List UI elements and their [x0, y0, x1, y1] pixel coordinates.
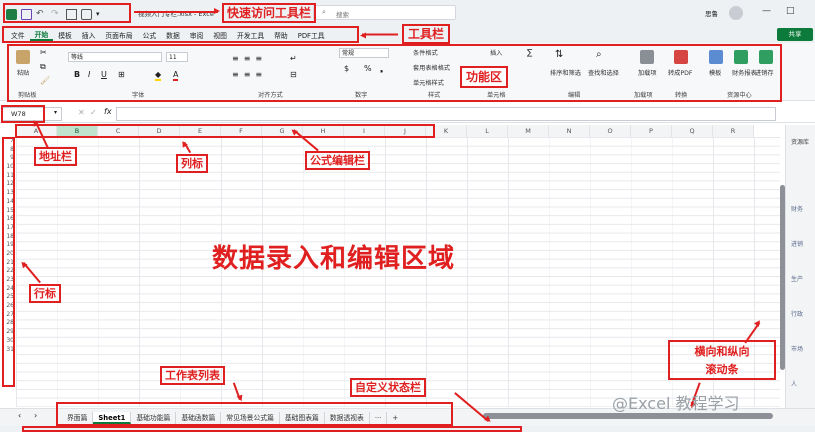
annotation-label-row-header: 行标 [29, 284, 61, 303]
watermark: @Excel 教程学习 [612, 394, 740, 413]
fx-icon[interactable]: fx [104, 107, 112, 116]
minimize-button[interactable]: — [762, 6, 771, 16]
annotation-label-toolbar: 工具栏 [402, 24, 451, 44]
annotation-box-toolbar [2, 26, 359, 43]
excel-window: ↶ ↷ ▾ 视频入门专栏.xlsx - Exce ⌕ 搜索 思鲁 — □ 文件 … [0, 0, 815, 432]
annotation-box-row-header [2, 137, 15, 387]
search-placeholder: 搜索 [336, 11, 349, 19]
column-header-q[interactable]: Q [672, 125, 713, 137]
window-title: 视频入门专栏.xlsx - Exce [138, 10, 214, 18]
annotation-label-status-bar: 自定义状态栏 [350, 378, 426, 397]
column-header-l[interactable]: L [467, 125, 508, 137]
search-icon: ⌕ [322, 8, 326, 16]
sidebar-item-production[interactable]: 生产 [786, 274, 815, 283]
annotation-label-column-header: 列标 [176, 154, 208, 173]
annotation-scroll-line2: 滚动条 [705, 363, 739, 376]
tab-scroll-left-icon[interactable]: ‹ [18, 411, 21, 420]
annotation-label-ribbon: 功能区 [460, 66, 509, 88]
user-name[interactable]: 思鲁 [705, 8, 718, 18]
search-input[interactable]: ⌕ 搜索 [313, 5, 456, 20]
maximize-button[interactable]: □ [786, 6, 795, 16]
sidebar-item-finance[interactable]: 财务 [786, 204, 815, 213]
annotation-data-area: 数据录入和编辑区域 [212, 244, 456, 274]
annotation-box-quick-access [3, 3, 131, 23]
formula-input[interactable] [116, 107, 776, 121]
annotation-label-address: 地址栏 [34, 147, 77, 166]
share-button[interactable]: 共享 [777, 28, 813, 41]
column-header-p[interactable]: P [631, 125, 672, 137]
sidebar-item-hr[interactable]: 人 [786, 379, 815, 388]
resource-sidebar: 资源库 财务 进销 生产 行政 市场 人 [785, 125, 815, 425]
annotation-label-formula-bar: 公式编辑栏 [305, 151, 370, 170]
vertical-scrollbar[interactable] [780, 185, 785, 370]
annotation-arrow-toolbar [362, 34, 398, 36]
tab-scroll-right-icon[interactable]: › [34, 411, 37, 420]
annotation-arrow-quick-access [134, 8, 220, 14]
annotation-box-status-bar [22, 426, 522, 432]
annotation-box-ribbon [7, 44, 782, 102]
annotation-label-scrollbar: 横向和纵向 滚动条 [668, 340, 776, 380]
column-header-m[interactable]: M [508, 125, 549, 137]
sidebar-item-admin[interactable]: 行政 [786, 309, 815, 318]
column-header-o[interactable]: O [590, 125, 631, 137]
column-header-n[interactable]: N [549, 125, 590, 137]
sidebar-item-market[interactable]: 市场 [786, 344, 815, 353]
sidebar-title: 资源库 [791, 139, 810, 146]
annotation-label-quick-access: 快速访问工具栏 [222, 3, 317, 23]
annotation-box-address [1, 105, 45, 123]
annotation-box-column-header [15, 124, 435, 138]
column-header-r[interactable]: R [713, 125, 754, 137]
annotation-scroll-line1: 横向和纵向 [694, 345, 750, 358]
name-box-dropdown-icon[interactable]: ▾ [54, 109, 57, 116]
cancel-icon[interactable]: ✕ [78, 108, 85, 117]
avatar[interactable] [729, 6, 743, 20]
annotation-box-sheet-list [56, 402, 453, 426]
sidebar-item-inventory[interactable]: 进销 [786, 239, 815, 248]
annotation-label-sheet-list: 工作表列表 [160, 366, 225, 385]
enter-icon[interactable]: ✓ [90, 108, 97, 117]
